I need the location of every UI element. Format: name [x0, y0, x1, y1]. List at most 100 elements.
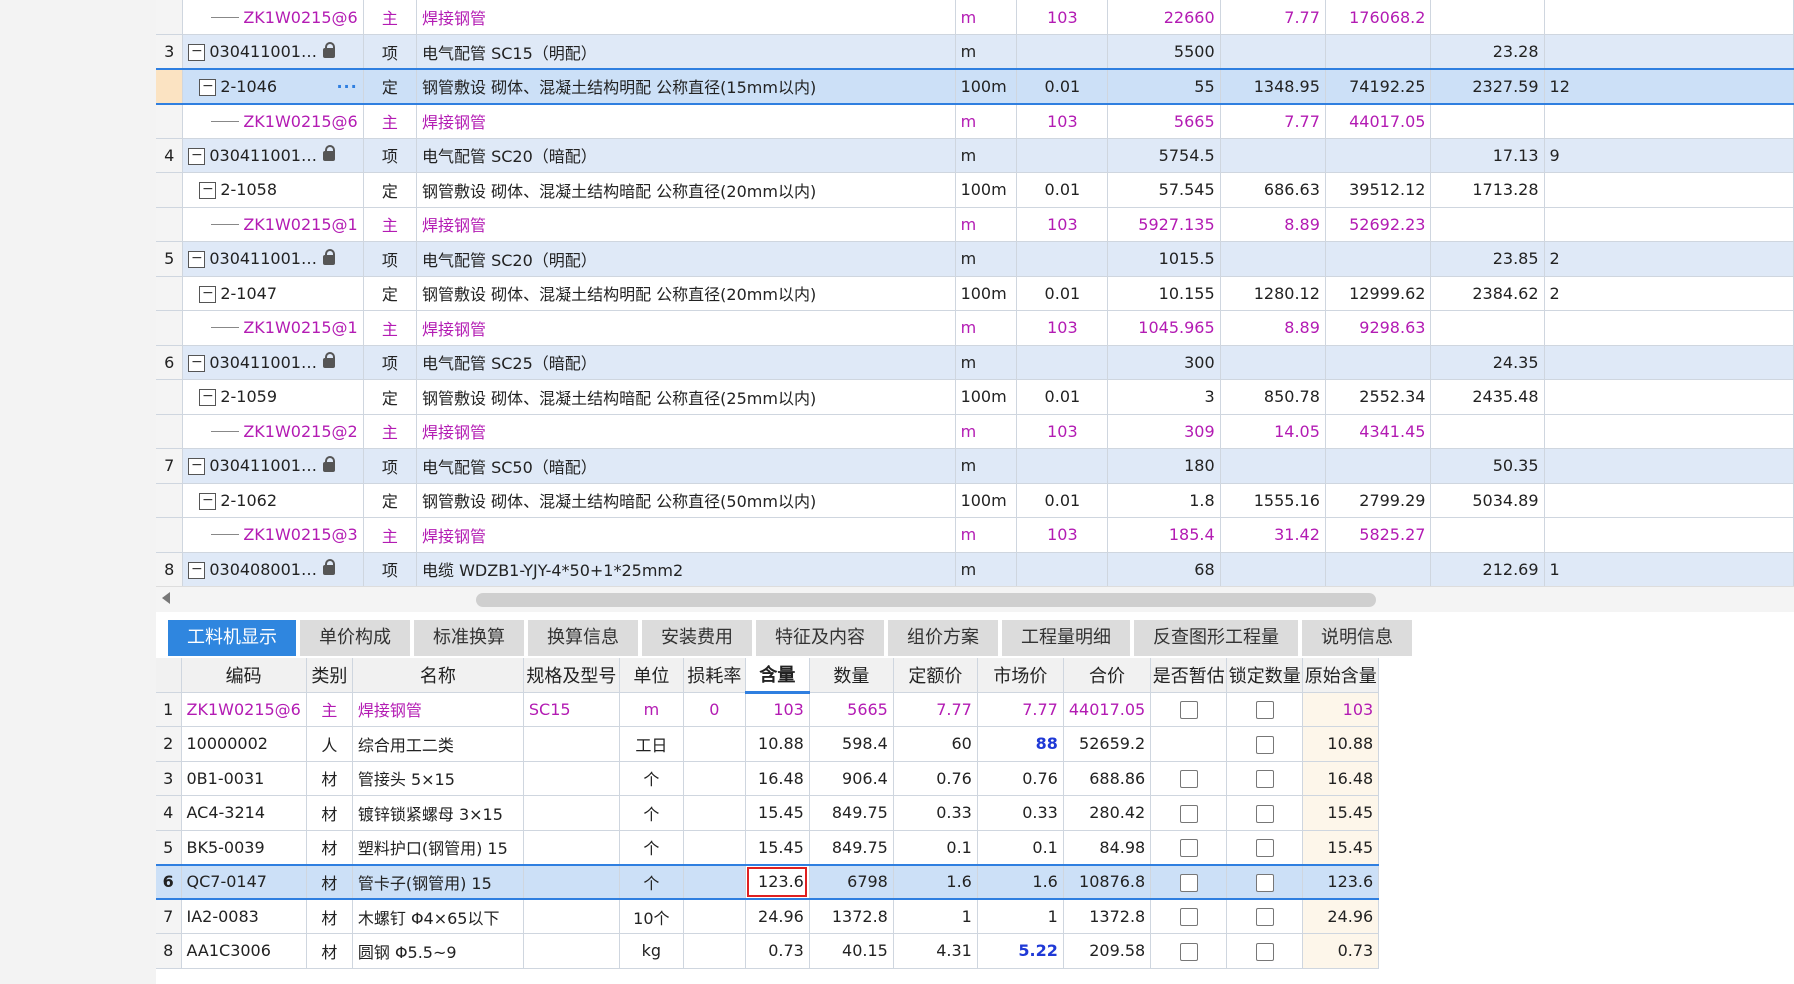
item-row[interactable]: 6−030411001… 项电气配管 SC25（暗配） m 300 24.35 [156, 345, 1794, 380]
item-row[interactable]: −2-1047 定钢管敷设 砌体、混凝土结构明配 公称直径(20mm以内) 100m… [156, 276, 1794, 311]
estimate-cell[interactable] [1150, 830, 1228, 865]
resource-row[interactable]: 2 10000002 人综合用工二类 工日 10.88 598.4 60 88 52659.2 1… [156, 726, 1380, 762]
column-header[interactable] [156, 658, 182, 693]
loss-rate-cell[interactable] [683, 899, 746, 934]
estimate-cell[interactable] [1150, 761, 1228, 796]
collapse-icon[interactable]: − [188, 251, 206, 269]
item-row[interactable]: 5−030411001… 项电气配管 SC20（明配） m 1015.5 23.85 2 [156, 241, 1794, 277]
content-cell[interactable]: 24.96 [745, 899, 810, 934]
quantity-cell[interactable]: 185.4 [1107, 517, 1221, 553]
item-row[interactable]: −2-1058 定钢管敷设 砌体、混凝土结构暗配 公称直径(20mm以内) 100m… [156, 172, 1794, 208]
name-cell[interactable]: 圆钢 Φ5.5~9 [352, 933, 524, 969]
content-cell[interactable]: 0.73 [745, 933, 810, 969]
quantity-cell[interactable]: 6798 [809, 863, 894, 900]
lock-quantity-cell[interactable] [1226, 692, 1304, 727]
market-price-cell[interactable]: 0.1 [977, 830, 1064, 865]
spec-cell[interactable]: SC15 [523, 692, 620, 727]
item-grid[interactable]: ZK1W0215@6 主焊接钢管 m 103 22660 7.77 176068.2 3−03… [156, 0, 1794, 586]
item-row[interactable]: ZK1W0215@1 主焊接钢管 m 103 5927.135 8.89 52692.23 [156, 207, 1794, 242]
tab-8[interactable]: 工程量明细 [1002, 620, 1130, 656]
market-price-cell[interactable]: 1.6 [977, 863, 1064, 900]
lock-quantity-cell[interactable] [1226, 795, 1304, 831]
collapse-icon[interactable]: − [188, 458, 206, 476]
collapse-icon[interactable]: − [199, 389, 217, 407]
collapse-icon[interactable]: − [199, 182, 217, 200]
spec-cell[interactable] [523, 899, 620, 934]
content-cell[interactable]: 15.45 [745, 830, 810, 865]
item-row[interactable]: ZK1W0215@6 主焊接钢管 m 103 5665 7.77 44017.05 [156, 103, 1794, 139]
tab-6[interactable]: 特征及内容 [756, 620, 884, 656]
code-cell[interactable]: −030411001… [182, 241, 364, 277]
name-cell[interactable]: 电气配管 SC20（暗配） [416, 138, 956, 173]
code-cell[interactable]: −2-1059 [182, 379, 364, 415]
code-cell[interactable]: −030411001… [182, 448, 364, 484]
content-cell[interactable]: 10.88 [745, 726, 810, 762]
code-cell[interactable]: ZK1W0215@2 [182, 414, 364, 449]
name-cell[interactable]: 焊接钢管 [416, 517, 956, 553]
quantity-cell[interactable]: 180 [1107, 448, 1221, 484]
column-header[interactable]: 规格及型号 [523, 658, 620, 693]
spec-cell[interactable] [523, 795, 620, 831]
item-row[interactable]: −2-1046 ··· 定钢管敷设 砌体、混凝土结构明配 公称直径(15mm以内) 1… [156, 68, 1794, 105]
code-cell[interactable]: −030411001… [182, 34, 364, 70]
estimate-checkbox[interactable] [1179, 701, 1198, 719]
quantity-cell[interactable]: 598.4 [809, 726, 894, 762]
quantity-cell[interactable]: 849.75 [809, 795, 894, 831]
column-header[interactable]: 类别 [306, 658, 353, 693]
name-cell[interactable]: 焊接钢管 [416, 207, 956, 242]
market-price-cell[interactable]: 5.22 [977, 933, 1064, 969]
loss-rate-cell[interactable]: 0 [683, 692, 746, 727]
code-cell[interactable]: AC4-3214 [181, 795, 307, 831]
resource-row[interactable]: 3 0B1-0031 材管接头 5×15 个 16.48 906.4 0.76 0.76 688… [156, 761, 1380, 796]
resource-row[interactable]: 7 IA2-0083 材木螺钉 Φ4×65以下 10个 24.96 1372.8 1 1 137… [156, 899, 1380, 934]
estimate-checkbox[interactable] [1179, 804, 1198, 823]
code-cell[interactable]: ZK1W0215@6 [182, 0, 364, 35]
item-row[interactable]: ZK1W0215@1 主焊接钢管 m 103 1045.965 8.89 9298.63 [156, 310, 1794, 346]
code-cell[interactable]: ZK1W0215@6 [181, 692, 307, 727]
spec-cell[interactable] [523, 830, 620, 865]
column-header[interactable]: 定额价 [893, 658, 978, 693]
lock-quantity-checkbox[interactable] [1255, 908, 1274, 927]
market-price-cell[interactable]: 0.76 [977, 761, 1064, 796]
name-cell[interactable]: 钢管敷设 砌体、混凝土结构暗配 公称直径(50mm以内) [416, 483, 956, 518]
item-row[interactable]: 4−030411001… 项电气配管 SC20（暗配） m 5754.5 17.13 9 [156, 138, 1794, 173]
content-cell[interactable]: 0.01 [1016, 379, 1109, 415]
quantity-cell[interactable]: 10.155 [1107, 276, 1221, 311]
quantity-cell[interactable]: 5665 [1107, 103, 1221, 139]
tab-9[interactable]: 反查图形工程量 [1134, 620, 1298, 656]
horizontal-scrollbar[interactable] [156, 586, 1794, 612]
code-cell[interactable]: −2-1062 [182, 483, 364, 518]
market-price-cell[interactable]: 88 [977, 726, 1064, 762]
content-cell[interactable]: 0.01 [1016, 68, 1109, 105]
quantity-cell[interactable]: 40.15 [809, 933, 894, 969]
tab-7[interactable]: 组价方案 [888, 620, 998, 656]
market-price-cell[interactable]: 1 [977, 899, 1064, 934]
item-row[interactable]: 8−030408001… 项电缆 WDZB1-YJY-4*50+1*25mm2 m 6… [156, 552, 1794, 586]
estimate-checkbox[interactable] [1179, 770, 1198, 788]
code-cell[interactable]: ZK1W0215@1 [182, 207, 364, 242]
estimate-checkbox[interactable] [1179, 908, 1198, 927]
content-cell[interactable]: 103 [1016, 310, 1109, 346]
estimate-checkbox[interactable] [1179, 942, 1198, 961]
code-cell[interactable]: −030411001… [182, 345, 364, 380]
name-cell[interactable]: 焊接钢管 [352, 692, 524, 727]
resource-row[interactable]: 4 AC4-3214 材镀锌锁紧螺母 3×15 个 15.45 849.75 0.33 0.3… [156, 795, 1380, 831]
content-cell[interactable] [1016, 34, 1109, 70]
code-cell[interactable]: ZK1W0215@1 [182, 310, 364, 346]
tab-3[interactable]: 标准换算 [414, 620, 524, 656]
name-cell[interactable]: 钢管敷设 砌体、混凝土结构暗配 公称直径(25mm以内) [416, 379, 956, 415]
quantity-cell[interactable]: 849.75 [809, 830, 894, 865]
resource-row[interactable]: 1 ZK1W0215@6 主焊接钢管 SC15 m 0 103 5665 7.77 7.77 440… [156, 692, 1380, 727]
name-cell[interactable]: 焊接钢管 [416, 0, 956, 35]
more-icon[interactable]: ··· [336, 77, 357, 96]
loss-rate-cell[interactable] [683, 726, 746, 762]
market-price-cell[interactable]: 0.33 [977, 795, 1064, 831]
quantity-cell[interactable]: 5927.135 [1107, 207, 1221, 242]
estimate-cell[interactable] [1150, 692, 1228, 727]
content-cell[interactable]: 16.48 [745, 761, 810, 796]
collapse-icon[interactable]: − [188, 44, 206, 61]
quantity-cell[interactable]: 1045.965 [1107, 310, 1221, 346]
quantity-cell[interactable]: 1015.5 [1107, 241, 1221, 277]
code-cell[interactable]: −2-1058 [182, 172, 364, 208]
loss-rate-cell[interactable] [683, 761, 746, 796]
